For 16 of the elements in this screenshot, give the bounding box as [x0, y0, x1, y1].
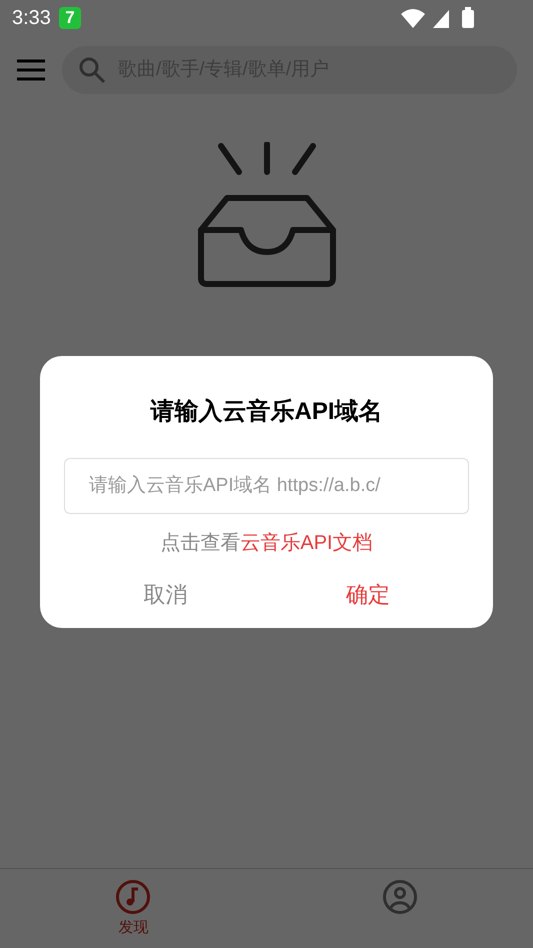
search-icon — [78, 56, 106, 84]
empty-inbox-icon — [196, 142, 336, 288]
hint-text: 点击查看 — [160, 531, 240, 556]
user-icon — [382, 879, 418, 915]
api-docs-link[interactable]: 云音乐API文档 — [240, 528, 373, 558]
cancel-button[interactable]: 取消 — [64, 574, 266, 615]
nav-tab[interactable]: 发现 — [0, 869, 266, 948]
music-note-icon — [115, 879, 152, 915]
battery-icon — [461, 7, 475, 29]
menu-icon[interactable] — [16, 59, 46, 81]
domain-input-field[interactable]: 请输入云音乐API域名 https://a.b.c/ — [64, 458, 469, 514]
confirm-button[interactable]: 确定 — [266, 574, 469, 615]
notification-badge: 7 — [58, 7, 81, 29]
status-time: 3:33 — [12, 6, 51, 31]
wifi-icon — [401, 8, 425, 28]
dialog-title: 请输入云音乐API域名 — [150, 397, 382, 427]
